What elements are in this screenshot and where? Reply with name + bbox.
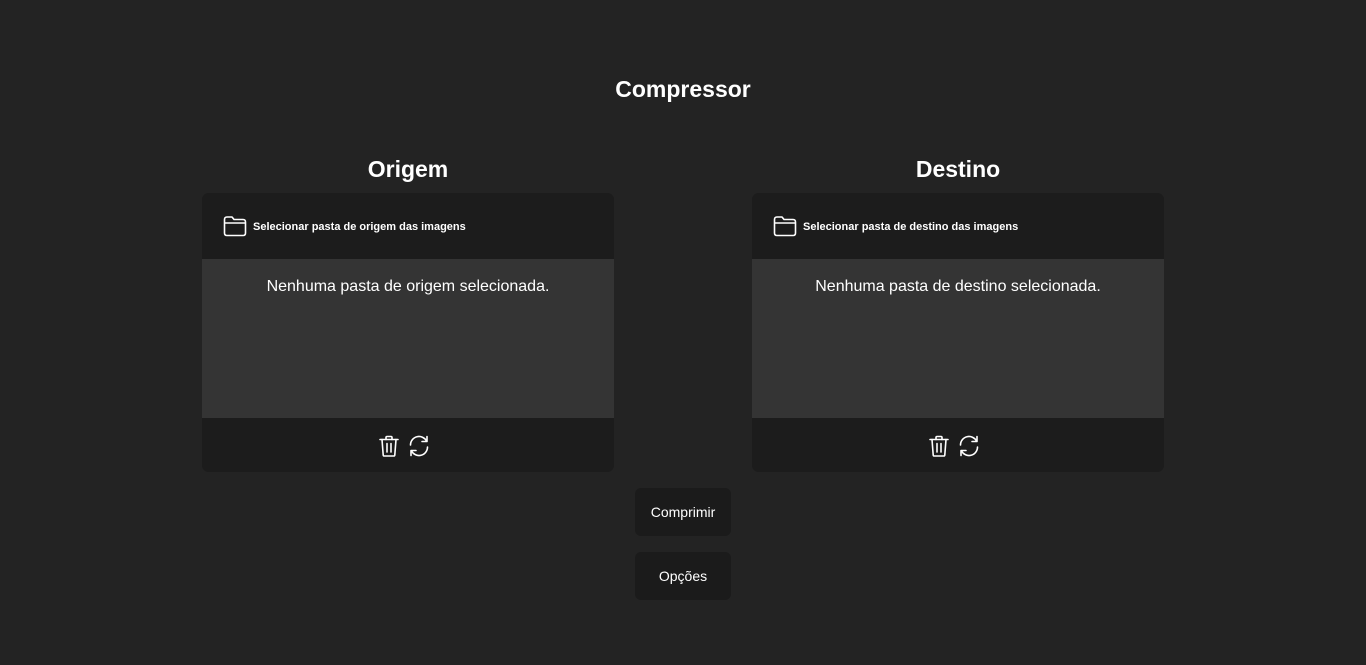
- destination-panel: Selecionar pasta de destino das imagens …: [752, 193, 1164, 472]
- trash-icon[interactable]: [927, 434, 951, 458]
- compress-button[interactable]: Comprimir: [635, 488, 731, 536]
- destination-panel-footer: [752, 418, 1164, 472]
- app-title: Compressor: [615, 76, 751, 102]
- folder-icon: [773, 216, 797, 237]
- destination-heading: Destino: [915, 156, 1001, 182]
- select-source-folder-button[interactable]: Selecionar pasta de origem das imagens: [202, 193, 614, 259]
- source-panel: Selecionar pasta de origem das imagens N…: [202, 193, 614, 472]
- destination-file-list: Nenhuma pasta de destino selecionada.: [752, 259, 1164, 418]
- source-panel-footer: [202, 418, 614, 472]
- refresh-icon[interactable]: [957, 434, 981, 458]
- folder-icon: [223, 216, 247, 237]
- refresh-icon[interactable]: [407, 434, 431, 458]
- select-destination-label: Selecionar pasta de destino das imagens: [803, 221, 1019, 233]
- destination-empty-message: Nenhuma pasta de destino selecionada.: [815, 278, 1101, 295]
- source-file-list: Nenhuma pasta de origem selecionada.: [202, 259, 614, 418]
- source-heading: Origem: [367, 156, 449, 182]
- trash-icon[interactable]: [377, 434, 401, 458]
- options-button[interactable]: Opções: [635, 552, 731, 600]
- select-source-label: Selecionar pasta de origem das imagens: [253, 221, 466, 233]
- select-destination-folder-button[interactable]: Selecionar pasta de destino das imagens: [752, 193, 1164, 259]
- source-empty-message: Nenhuma pasta de origem selecionada.: [266, 278, 550, 295]
